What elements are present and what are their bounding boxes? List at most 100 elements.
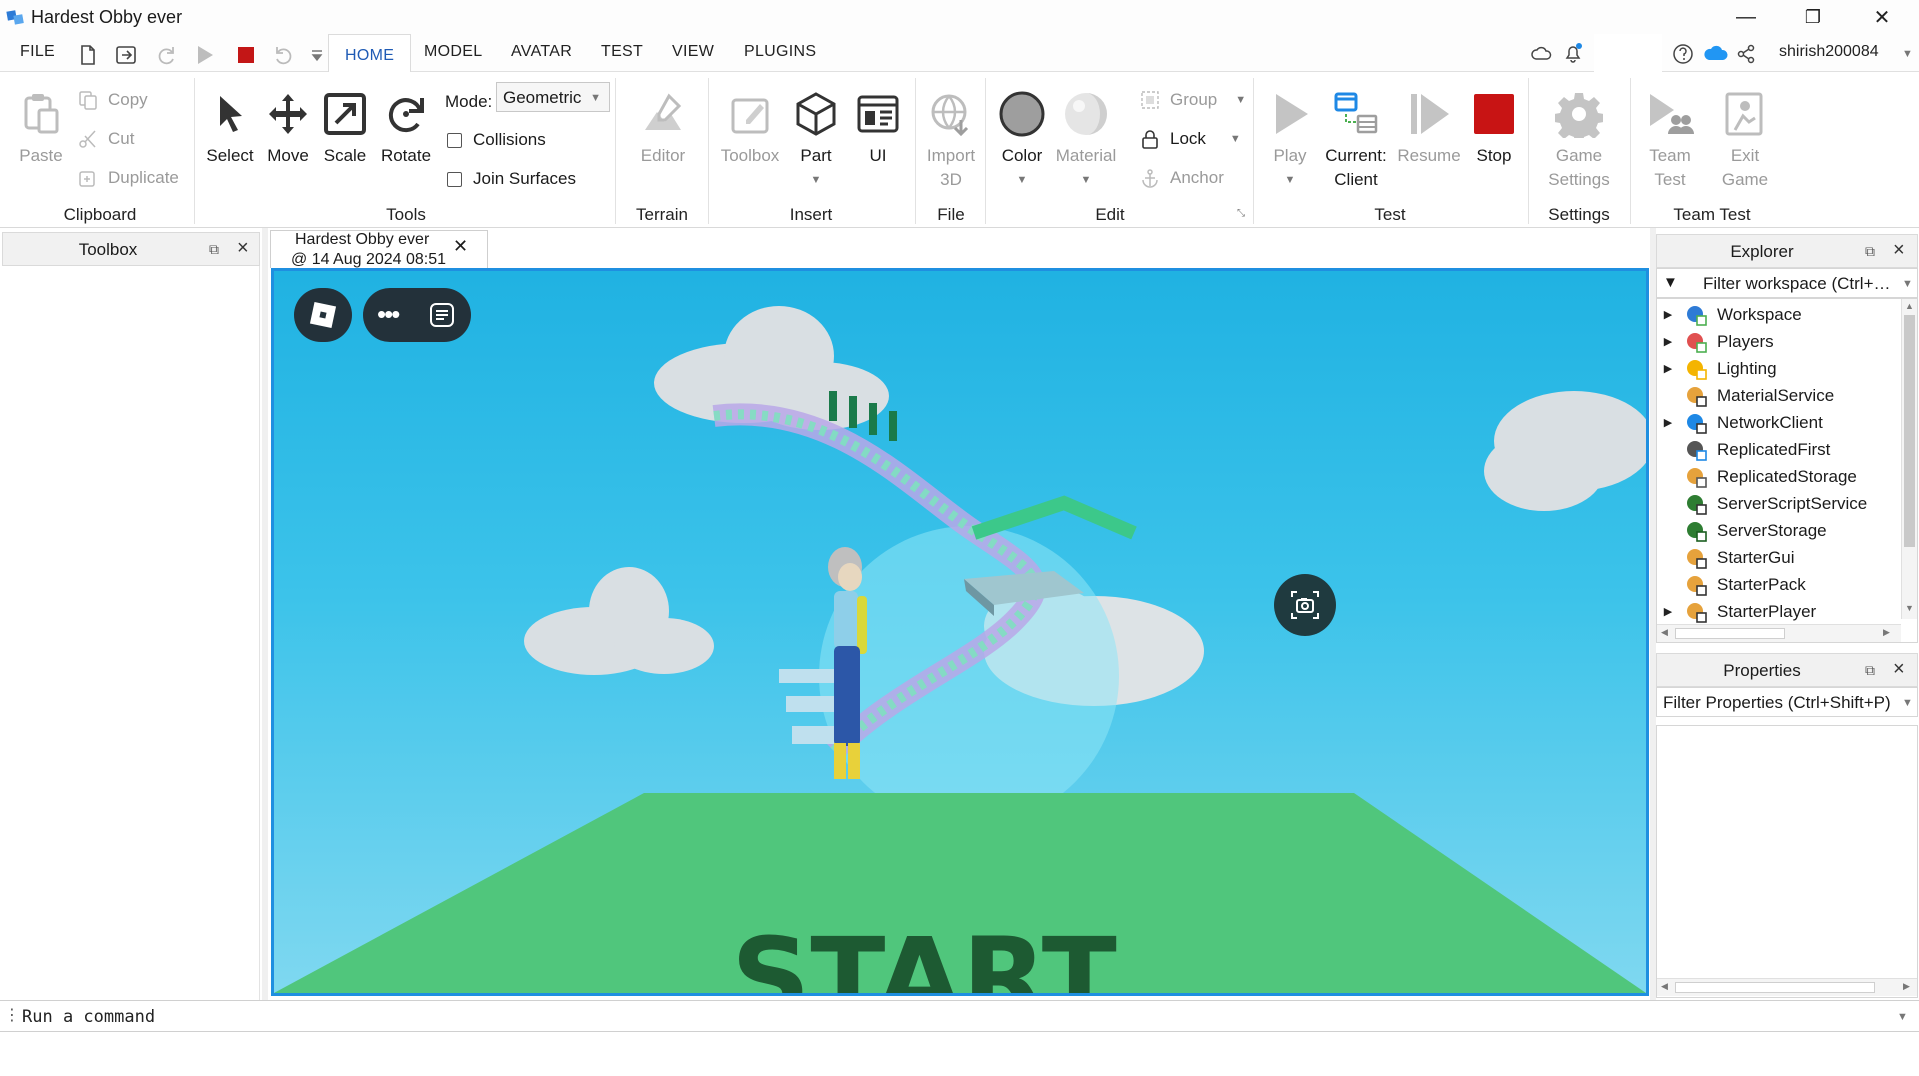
ui-button[interactable]: UI — [850, 90, 906, 168]
notifications-icon[interactable] — [1562, 42, 1584, 64]
tab-home[interactable]: HOME — [328, 34, 412, 73]
scroll-left-icon[interactable]: ◀ — [1661, 981, 1668, 992]
share-icon[interactable] — [1735, 43, 1757, 65]
expand-arrow-icon[interactable]: ▶ — [1657, 362, 1679, 375]
cloud-icon[interactable] — [1703, 43, 1729, 65]
join-surfaces-checkbox[interactable] — [447, 171, 462, 187]
play-quick-icon[interactable] — [194, 44, 216, 66]
customize-quick-access-icon[interactable] — [306, 44, 328, 66]
properties-hscrollbar[interactable]: ◀ ▶ — [1657, 978, 1917, 996]
explorer-item[interactable]: ▶ Players — [1657, 328, 1895, 355]
help-icon[interactable] — [1672, 43, 1694, 65]
explorer-hscroll-thumb[interactable] — [1675, 628, 1785, 639]
filter-dropdown-icon[interactable]: ▼ — [1902, 278, 1913, 290]
paste-button[interactable]: Paste — [12, 90, 70, 168]
explorer-item[interactable]: StarterPack — [1657, 571, 1895, 598]
part-chevron-icon[interactable]: ▼ — [788, 168, 844, 192]
tab-avatar[interactable]: AVATAR — [511, 43, 572, 61]
scroll-up-icon[interactable]: ▲ — [1905, 301, 1914, 311]
color-button[interactable]: Color ▼ — [992, 90, 1052, 192]
material-button[interactable]: Material ▼ — [1050, 90, 1122, 192]
command-history-chevron-icon[interactable]: ▼ — [1897, 1011, 1908, 1023]
group-chevron-icon[interactable]: ▼ — [1235, 94, 1246, 106]
explorer-item[interactable]: ServerStorage — [1657, 517, 1895, 544]
properties-filter-dropdown-icon[interactable]: ▼ — [1902, 697, 1913, 709]
move-tool-button[interactable]: Move — [260, 90, 316, 168]
copy-button[interactable]: Copy — [78, 90, 148, 110]
join-surfaces-toggle[interactable]: Join Surfaces — [447, 169, 576, 189]
lock-chevron-icon[interactable]: ▼ — [1230, 133, 1241, 145]
close-pane-icon[interactable]: × — [1893, 239, 1905, 262]
splitter-left[interactable] — [262, 228, 268, 1000]
game-settings-button[interactable]: Game Settings — [1538, 90, 1620, 192]
explorer-item[interactable]: ReplicatedStorage — [1657, 463, 1895, 490]
explorer-vscrollbar[interactable]: ▲ ▼ — [1901, 299, 1917, 619]
lock-button[interactable]: Lock ▼ — [1140, 129, 1241, 149]
publish-icon[interactable] — [115, 44, 137, 66]
filter-icon[interactable]: ▼ — [1663, 274, 1678, 291]
expand-arrow-icon[interactable]: ▶ — [1657, 308, 1679, 321]
tab-model[interactable]: MODEL — [424, 43, 482, 61]
close-pane-icon[interactable]: × — [1893, 658, 1905, 681]
user-menu-chevron-icon[interactable]: ▼ — [1902, 48, 1913, 60]
scroll-right-icon[interactable]: ▶ — [1903, 981, 1910, 992]
redo-icon[interactable] — [155, 44, 177, 66]
collisions-toggle[interactable]: Collisions — [447, 130, 546, 150]
rotate-tool-button[interactable]: Rotate — [376, 90, 436, 168]
close-tab-icon[interactable]: ✕ — [453, 237, 468, 255]
chat-icon[interactable] — [429, 302, 455, 328]
play-chevron-icon[interactable]: ▼ — [1262, 168, 1318, 192]
tab-view[interactable]: VIEW — [672, 43, 714, 61]
scroll-right-icon[interactable]: ▶ — [1883, 627, 1890, 638]
expand-arrow-icon[interactable]: ▶ — [1657, 416, 1679, 429]
properties-filter-input[interactable]: Filter Properties (Ctrl+Shift+P) — [1663, 693, 1891, 713]
exit-game-button[interactable]: Exit Game — [1710, 90, 1780, 192]
new-file-icon[interactable] — [77, 44, 99, 66]
terrain-editor-button[interactable]: Editor — [628, 90, 698, 168]
select-tool-button[interactable]: Select — [202, 90, 258, 168]
stop-quick-icon[interactable] — [235, 44, 257, 66]
cut-button[interactable]: Cut — [78, 129, 134, 149]
tab-plugins[interactable]: PLUGINS — [744, 43, 816, 61]
explorer-item[interactable]: StarterGui — [1657, 544, 1895, 571]
anchor-button[interactable]: Anchor — [1140, 168, 1224, 188]
duplicate-button[interactable]: Duplicate — [78, 168, 179, 188]
screenshot-button[interactable] — [1274, 574, 1336, 636]
minimize-button[interactable]: — — [1716, 0, 1776, 34]
expand-arrow-icon[interactable]: ▶ — [1657, 335, 1679, 348]
team-test-button[interactable]: Team Test — [1636, 90, 1704, 192]
mode-dropdown[interactable]: Geometric ▼ — [496, 82, 610, 112]
cloud-sync-icon[interactable] — [1530, 43, 1552, 65]
color-chevron-icon[interactable]: ▼ — [992, 168, 1052, 192]
explorer-filter[interactable]: ▼ Filter workspace (Ctrl+… ▼ — [1656, 268, 1918, 298]
explorer-item[interactable]: ▶ Workspace — [1657, 301, 1895, 328]
part-button[interactable]: Part ▼ — [788, 90, 844, 192]
tab-test[interactable]: TEST — [601, 43, 643, 61]
scale-tool-button[interactable]: Scale — [317, 90, 373, 168]
pin-icon[interactable]: ⧉ — [1865, 662, 1875, 679]
properties-filter[interactable]: Filter Properties (Ctrl+Shift+P) ▼ — [1656, 687, 1918, 717]
file-menu[interactable]: FILE — [20, 43, 55, 61]
edit-dialog-launcher-icon[interactable]: ⤡ — [1237, 208, 1245, 219]
more-menu-icon[interactable]: ••• — [377, 299, 400, 330]
expand-arrow-icon[interactable]: ▶ — [1657, 605, 1679, 618]
close-window-button[interactable]: ✕ — [1852, 0, 1912, 34]
collisions-checkbox[interactable] — [447, 132, 462, 148]
explorer-hscrollbar[interactable]: ◀ ▶ — [1657, 624, 1901, 642]
properties-hscroll-thumb[interactable] — [1675, 982, 1875, 993]
current-client-button[interactable]: Current: Client — [1320, 90, 1392, 192]
explorer-item[interactable]: ▶ Lighting — [1657, 355, 1895, 382]
pin-icon[interactable]: ⧉ — [209, 241, 219, 258]
username[interactable]: shirish200084 — [1779, 43, 1879, 61]
explorer-item[interactable]: ▶ StarterPlayer — [1657, 598, 1895, 625]
stop-button[interactable]: Stop — [1466, 90, 1522, 168]
explorer-item[interactable]: ▶ NetworkClient — [1657, 409, 1895, 436]
explorer-item[interactable]: ServerScriptService — [1657, 490, 1895, 517]
undo-icon[interactable] — [273, 44, 295, 66]
roblox-menu-button[interactable] — [294, 288, 352, 342]
scroll-down-icon[interactable]: ▼ — [1905, 603, 1914, 613]
explorer-item[interactable]: ReplicatedFirst — [1657, 436, 1895, 463]
game-viewport[interactable]: START ••• — [271, 268, 1649, 996]
pin-icon[interactable]: ⧉ — [1865, 243, 1875, 260]
group-button[interactable]: Group ▼ — [1140, 90, 1246, 110]
